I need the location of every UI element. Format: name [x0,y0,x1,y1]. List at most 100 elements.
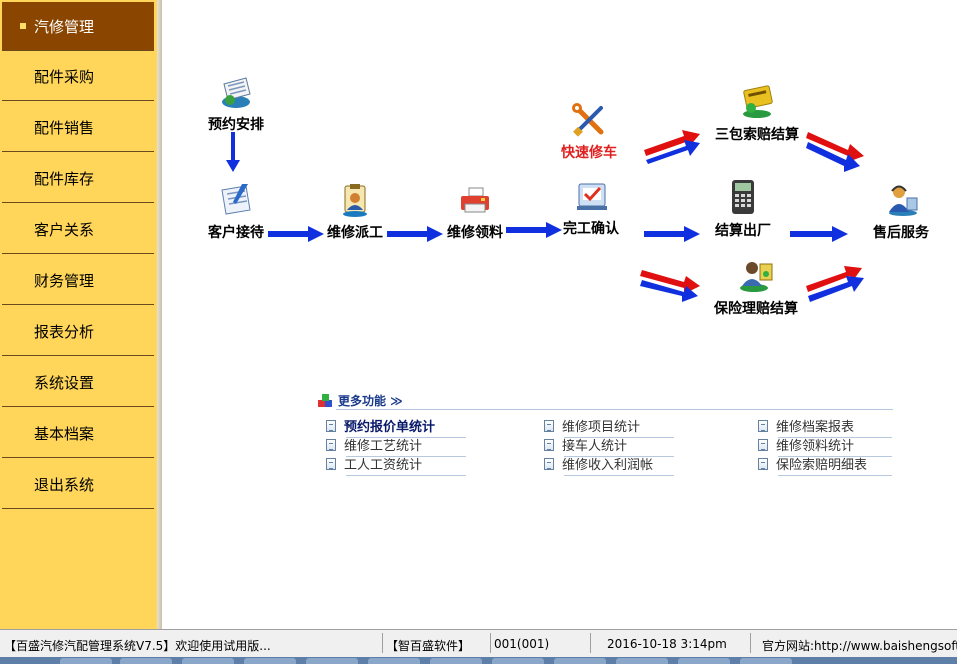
document-icon [326,438,336,451]
sidebar-item-label: 配件销售 [34,118,95,137]
appointment-book-icon [222,77,251,108]
status-company: 【智百盛软件】 [386,639,471,653]
link-repair-records-report[interactable]: 维修档案报表 [758,416,892,438]
flow-node-completion[interactable]: 完工确认 [558,178,624,238]
sidebar-item-customer-relations[interactable]: 客户关系 [2,205,154,254]
taskbar-button[interactable] [430,658,482,664]
status-bar: 【百盛汽修汽配管理系统V7.5】欢迎使用试用版... 【智百盛软件】 001(0… [0,629,957,658]
flow-node-quick-repair[interactable]: 快速修车 [556,102,622,162]
arrow-down-icon [226,132,240,172]
flow-node-dispatch[interactable]: 维修派工 [322,182,388,242]
completion-check-icon [577,183,607,210]
sidebar-item-parts-purchase[interactable]: 配件采购 [2,52,154,101]
document-icon [544,438,554,451]
flow-node-warranty-claim[interactable]: 三包索赔结算 [712,84,802,144]
status-website: 官方网站:http://www.baishengsoft.c [762,639,957,653]
calculator-terminal-icon [732,180,754,214]
link-label: 维修收入利润帐 [562,458,654,473]
flow-node-checkout[interactable]: 结算出厂 [712,178,774,240]
link-repair-income-profit[interactable]: 维修收入利润帐 [544,454,674,476]
sidebar-panel: 汽修管理 配件采购 配件销售 配件库存 客户关系 财务管理 报表分析 系统设置 … [0,0,159,629]
link-receiver-stats[interactable]: 接车人统计 [544,435,674,457]
flow-node-label: 客户接待 [208,225,264,241]
taskbar-button[interactable] [678,658,730,664]
link-label: 维修项目统计 [562,420,641,435]
sidebar-item-exit[interactable]: 退出系统 [2,460,154,509]
flow-node-parts-pick[interactable]: 维修领料 [442,186,508,242]
flow-node-label: 完工确认 [563,221,619,237]
sidebar-item-label: 基本档案 [34,424,95,443]
more-functions-label: 更多功能 ≫ [338,394,403,408]
taskbar-button[interactable] [120,658,172,664]
more-functions-header[interactable]: 更多功能 ≫ [318,392,403,409]
link-label: 维修领料统计 [776,439,855,454]
arrow-right-icon [790,226,848,242]
arrow-right-icon [644,226,700,242]
sidebar-item-reports[interactable]: 报表分析 [2,307,154,356]
sidebar-splitter[interactable] [157,0,162,629]
taskbar-button[interactable] [244,658,296,664]
sidebar-item-parts-sales[interactable]: 配件销售 [2,103,154,152]
document-icon [326,457,336,470]
sidebar-item-system-settings[interactable]: 系统设置 [2,358,154,407]
link-underline [564,475,674,476]
link-label: 预约报价单统计 [344,420,436,435]
document-icon [544,419,554,432]
link-label: 工人工资统计 [344,458,423,473]
double-arrow-up-right-icon [806,266,864,302]
taskbar-button[interactable] [492,658,544,664]
flow-node-label: 售后服务 [873,225,929,241]
link-underline [778,475,892,476]
sidebar-item-label: 客户关系 [34,220,95,239]
link-parts-pick-stats[interactable]: 维修领料统计 [758,435,892,457]
sidebar-item-label: 财务管理 [34,271,95,290]
taskbar-button[interactable] [554,658,606,664]
taskbar-button[interactable] [740,658,792,664]
sidebar-item-label: 配件库存 [34,169,95,188]
warranty-card-icon [743,85,773,118]
taskbar-button[interactable] [616,658,668,664]
taskbar-button[interactable] [306,658,358,664]
sidebar-item-repair-management[interactable]: 汽修管理 [2,2,154,51]
sidebar-item-label: 系统设置 [34,373,95,392]
document-icon [758,438,768,451]
link-repair-process-stats[interactable]: 维修工艺统计 [326,435,466,457]
document-icon [544,457,554,470]
document-icon [326,419,336,432]
link-repair-item-stats[interactable]: 维修项目统计 [544,416,674,438]
link-appointment-quote-stats[interactable]: 预约报价单统计 [326,416,466,438]
taskbar-button[interactable] [182,658,234,664]
sidebar-item-label: 退出系统 [34,475,95,494]
flow-node-label: 快速修车 [561,145,617,161]
flow-node-appointment[interactable]: 预约安排 [203,74,269,134]
flow-node-reception[interactable]: 客户接待 [203,182,269,242]
flow-node-label: 预约安排 [208,117,264,133]
status-separator [490,633,491,653]
link-label: 维修档案报表 [776,420,855,435]
taskbar-button[interactable] [60,658,112,664]
link-worker-wage-stats[interactable]: 工人工资统计 [326,454,466,476]
status-user: 001(001) [494,637,550,651]
sidebar-item-label: 汽修管理 [34,17,95,36]
insurance-person-icon [740,262,773,292]
sidebar-item-label: 配件采购 [34,67,95,86]
taskbar-button[interactable] [368,658,420,664]
sidebar-item-finance[interactable]: 财务管理 [2,256,154,305]
wrench-screwdriver-icon [572,103,604,137]
link-insurance-claim-details[interactable]: 保险索赔明细表 [758,454,892,476]
parts-printer-icon [461,187,489,213]
link-label: 保险索赔明细表 [776,458,868,473]
sidebar-item-parts-inventory[interactable]: 配件库存 [2,154,154,203]
link-underline [346,475,466,476]
status-separator [590,633,591,653]
sidebar-item-basic-records[interactable]: 基本档案 [2,409,154,458]
arrow-right-icon [387,226,443,242]
link-label: 接车人统计 [562,439,628,454]
status-app-title: 【百盛汽修汽配管理系统V7.5】欢迎使用试用版... [4,639,271,653]
flow-node-after-sales[interactable]: 售后服务 [866,182,936,242]
flow-node-insurance-claim[interactable]: 保险理赔结算 [708,258,804,318]
double-arrow-down-right-icon [806,132,864,172]
double-arrow-down-right-icon [640,270,700,302]
divider [336,409,893,410]
flow-node-label: 维修派工 [327,225,383,241]
